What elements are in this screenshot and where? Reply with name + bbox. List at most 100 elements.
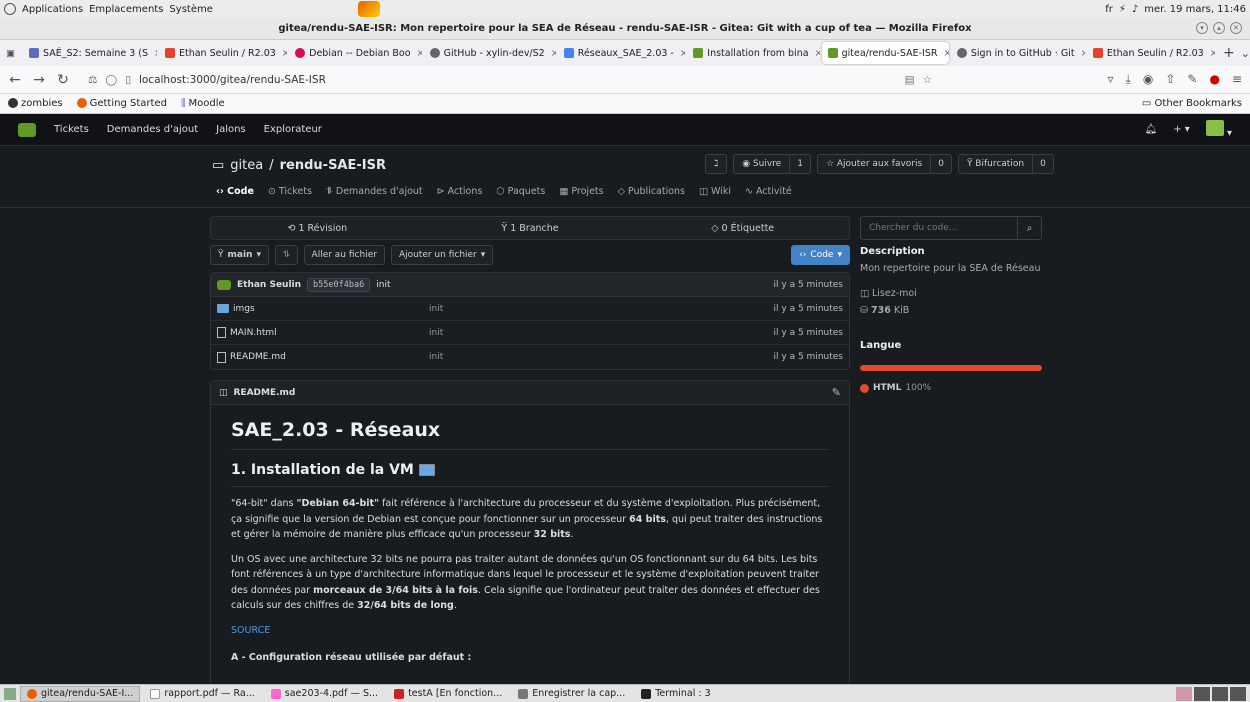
tab-activity[interactable]: ∿ Activité bbox=[745, 186, 792, 197]
bookmark-moodle[interactable]: ⫼ Moodle bbox=[181, 98, 225, 109]
bookmark-zombies[interactable]: zombies bbox=[8, 98, 63, 109]
rss-button[interactable]: ℷ bbox=[705, 154, 728, 174]
star-icon[interactable]: ☆ bbox=[923, 74, 932, 86]
browser-tab[interactable]: Réseaux_SAE_2.03 - × bbox=[558, 42, 685, 64]
other-bookmarks[interactable]: ▭ Other Bookmarks bbox=[1142, 98, 1242, 109]
nav-pull-requests[interactable]: Demandes d'ajout bbox=[107, 124, 198, 135]
nav-explore[interactable]: Explorateur bbox=[264, 124, 322, 135]
table-row[interactable]: imgs init il y a 5 minutes bbox=[211, 297, 849, 321]
extensions-icon[interactable]: ⇧ bbox=[1165, 72, 1175, 87]
code-search-input[interactable] bbox=[861, 223, 1017, 233]
tab-packages[interactable]: ⬡ Paquets bbox=[496, 186, 545, 197]
browser-tab-active[interactable]: gitea/rendu-SAE-ISR × bbox=[821, 42, 949, 64]
volume-icon[interactable]: ♪ bbox=[1132, 4, 1138, 15]
language-stat[interactable]: HTML 100% bbox=[860, 383, 1042, 393]
tab-close-icon[interactable]: × bbox=[282, 48, 287, 59]
commits-link[interactable]: ⟲ 1 Révision bbox=[211, 223, 424, 234]
taskbar-item[interactable]: gitea/rendu-SAE-I... bbox=[20, 685, 141, 702]
bookmark-page-icon[interactable]: ⚖ bbox=[88, 74, 97, 86]
browser-tab[interactable]: SAÉ_S2: Semaine 3 (S× bbox=[23, 42, 157, 64]
menu-system[interactable]: Système bbox=[169, 4, 212, 15]
menu-icon[interactable]: ≡ bbox=[1232, 72, 1242, 87]
taskbar-item[interactable]: sae203-4.pdf — S... bbox=[265, 686, 384, 702]
taskbar-item[interactable]: rapport.pdf — Ra... bbox=[144, 686, 260, 702]
account-icon[interactable]: ◉ bbox=[1143, 72, 1153, 87]
pocket-icon[interactable]: ▿ bbox=[1108, 72, 1114, 87]
nav-milestones[interactable]: Jalons bbox=[216, 124, 246, 135]
workspace-icon[interactable] bbox=[1176, 686, 1192, 701]
file-name[interactable]: imgs bbox=[233, 304, 255, 314]
branch-selector[interactable]: Ÿmain ▾ bbox=[210, 245, 269, 265]
browser-tab[interactable]: Debian -- Debian Boo × bbox=[289, 42, 422, 64]
tab-pull-requests[interactable]: ⥮ Demandes d'ajout bbox=[326, 186, 423, 197]
star-button[interactable]: ☆ Ajouter aux favoris 0 bbox=[816, 154, 952, 174]
source-link[interactable]: SOURCE bbox=[231, 625, 270, 636]
browser-tab[interactable]: GitHub - xylin-dev/S2 × bbox=[424, 42, 556, 64]
new-tab-button[interactable]: + bbox=[1223, 45, 1235, 61]
file-commit-message[interactable]: init bbox=[429, 352, 774, 362]
compare-button[interactable]: ⥮ bbox=[274, 245, 298, 265]
shield-icon[interactable]: ◯ bbox=[105, 74, 117, 86]
tools-icon[interactable]: ✎ bbox=[1187, 72, 1197, 87]
create-new-button[interactable]: + ▾ bbox=[1173, 124, 1190, 135]
watch-button[interactable]: ◉ Suivre 1 bbox=[733, 154, 811, 174]
tab-projects[interactable]: ▦ Projets bbox=[559, 186, 603, 197]
menu-places[interactable]: Emplacements bbox=[89, 4, 163, 15]
workspace-switcher[interactable] bbox=[1176, 686, 1250, 701]
edit-pencil-icon[interactable]: ✎ bbox=[832, 386, 841, 399]
tab-close-icon[interactable]: × bbox=[417, 48, 422, 59]
repo-name[interactable]: rendu-SAE-ISR bbox=[280, 158, 386, 173]
gitea-logo-icon[interactable] bbox=[18, 122, 36, 137]
fork-button[interactable]: Ÿ Bifurcation 0 bbox=[957, 154, 1054, 174]
show-desktop-icon[interactable] bbox=[4, 687, 16, 700]
commit-author[interactable]: Ethan Seulin bbox=[237, 280, 301, 290]
clock[interactable]: mer. 19 mars, 11:46 bbox=[1144, 4, 1246, 15]
menu-applications[interactable]: Applications bbox=[22, 4, 83, 15]
taskbar-item[interactable]: Terminal : 3 bbox=[635, 686, 716, 702]
taskbar-item[interactable]: Enregistrer la cap... bbox=[512, 686, 631, 702]
url-bar[interactable]: ⚖ ◯ ▯ localhost:3000/gitea/rendu-SAE-ISR… bbox=[80, 69, 940, 91]
forward-icon[interactable]: → bbox=[32, 72, 46, 88]
user-menu[interactable]: ▾ bbox=[1205, 120, 1232, 139]
url-text[interactable]: localhost:3000/gitea/rendu-SAE-ISR bbox=[139, 74, 326, 86]
system-logo-icon[interactable] bbox=[4, 3, 16, 15]
tab-close-icon[interactable]: × bbox=[815, 48, 820, 59]
browser-tab[interactable]: Ethan Seulin / R2.03 × bbox=[1087, 42, 1215, 64]
minimize-icon[interactable]: ▾ bbox=[1196, 22, 1208, 34]
file-name[interactable]: README.md bbox=[230, 352, 286, 362]
file-commit-message[interactable]: init bbox=[429, 328, 774, 338]
tab-close-icon[interactable]: × bbox=[1081, 48, 1085, 59]
bookmark-getting-started[interactable]: Getting Started bbox=[76, 98, 167, 109]
keyboard-layout[interactable]: fr bbox=[1105, 4, 1113, 15]
file-name[interactable]: MAIN.html bbox=[230, 328, 277, 338]
firefox-launcher-icon[interactable] bbox=[358, 1, 380, 17]
search-icon[interactable]: ⌕ bbox=[1017, 217, 1041, 239]
tab-actions[interactable]: ⊳ Actions bbox=[437, 186, 483, 197]
nav-tickets[interactable]: Tickets bbox=[54, 124, 89, 135]
tab-code[interactable]: ‹› Code bbox=[216, 186, 254, 197]
close-icon[interactable]: ✕ bbox=[1230, 22, 1242, 34]
code-clone-button[interactable]: ‹› Code ▾ bbox=[791, 245, 850, 265]
tab-issues[interactable]: ⊙ Tickets bbox=[268, 186, 312, 197]
taskbar-item[interactable]: testA [En fonction... bbox=[388, 686, 508, 702]
tab-close-icon[interactable]: × bbox=[154, 48, 157, 59]
ublock-icon[interactable]: ● bbox=[1209, 72, 1219, 87]
workspace-icon[interactable] bbox=[1230, 686, 1246, 701]
file-commit-message[interactable]: init bbox=[429, 304, 774, 314]
tab-releases[interactable]: ◇ Publications bbox=[618, 186, 685, 197]
maximize-icon[interactable]: ▴ bbox=[1213, 22, 1225, 34]
browser-tab[interactable]: Sign in to GitHub · Git × bbox=[951, 42, 1085, 64]
repo-owner[interactable]: gitea bbox=[230, 158, 263, 173]
tab-wiki[interactable]: ◫ Wiki bbox=[699, 186, 731, 197]
reader-mode-icon[interactable]: ▤ bbox=[905, 74, 915, 86]
branches-link[interactable]: Ÿ 1 Branche bbox=[424, 223, 637, 234]
browser-tab[interactable]: Installation from bina × bbox=[687, 42, 820, 64]
network-icon[interactable]: ⚡ bbox=[1119, 4, 1126, 15]
commit-message[interactable]: init bbox=[376, 280, 390, 290]
download-icon[interactable]: ⤓ bbox=[1126, 72, 1131, 87]
add-file-button[interactable]: Ajouter un fichier ▾ bbox=[390, 245, 494, 265]
tab-list-icon[interactable]: ▣ bbox=[6, 48, 15, 59]
tab-overflow-icon[interactable]: ⌄ bbox=[1241, 47, 1250, 60]
tab-close-icon[interactable]: × bbox=[943, 48, 948, 59]
tab-close-icon[interactable]: × bbox=[551, 48, 556, 59]
